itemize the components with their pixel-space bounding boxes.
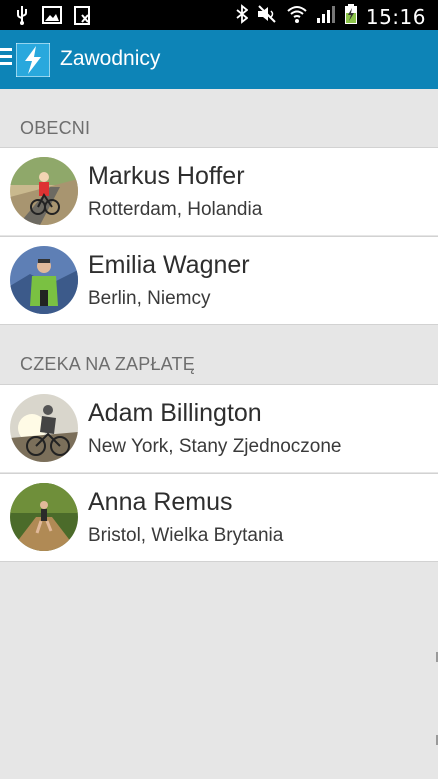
divider <box>0 561 438 562</box>
athlete-row[interactable]: Emilia Wagner Berlin, Niemcy <box>0 236 438 324</box>
image-icon <box>42 6 62 29</box>
section-label: CZEKA NA ZAPŁATĘ <box>20 354 195 374</box>
avatar <box>10 157 78 225</box>
page-title: Zawodnicy <box>60 47 161 70</box>
bluetooth-icon <box>236 4 249 29</box>
athlete-name: Anna Remus <box>88 488 233 516</box>
avatar <box>10 483 78 551</box>
section-label: OBECNI <box>20 118 91 138</box>
status-bar: 15:16 <box>0 0 438 30</box>
clipboard-x-icon <box>74 5 92 30</box>
usb-icon <box>14 5 30 30</box>
athlete-name: Adam Billington <box>88 399 262 427</box>
athlete-location: Berlin, Niemcy <box>88 288 211 309</box>
battery-charging-icon <box>344 3 358 30</box>
app-logo-icon[interactable] <box>15 42 51 78</box>
athlete-location: Bristol, Wielka Brytania <box>88 525 284 546</box>
athlete-location: New York, Stany Zjednoczone <box>88 436 342 457</box>
action-bar: Zawodnicy <box>0 30 438 89</box>
avatar <box>10 246 78 314</box>
wifi-icon <box>286 4 308 29</box>
athlete-name: Emilia Wagner <box>88 251 250 279</box>
menu-icon[interactable] <box>0 48 14 70</box>
mute-icon <box>256 4 278 29</box>
section-header-current: OBECNI <box>0 89 438 147</box>
section-header-pending-payment: CZEKA NA ZAPŁATĘ <box>0 325 438 383</box>
athlete-location: Rotterdam, Holandia <box>88 199 263 220</box>
avatar <box>10 394 78 462</box>
athlete-name: Markus Hoffer <box>88 162 245 190</box>
clock: 15:16 <box>365 4 426 29</box>
athlete-row[interactable]: Markus Hoffer Rotterdam, Holandia <box>0 147 438 235</box>
athlete-row[interactable]: Anna Remus Bristol, Wielka Brytania <box>0 473 438 561</box>
athlete-row[interactable]: Adam Billington New York, Stany Zjednocz… <box>0 384 438 472</box>
signal-icon <box>316 4 336 29</box>
